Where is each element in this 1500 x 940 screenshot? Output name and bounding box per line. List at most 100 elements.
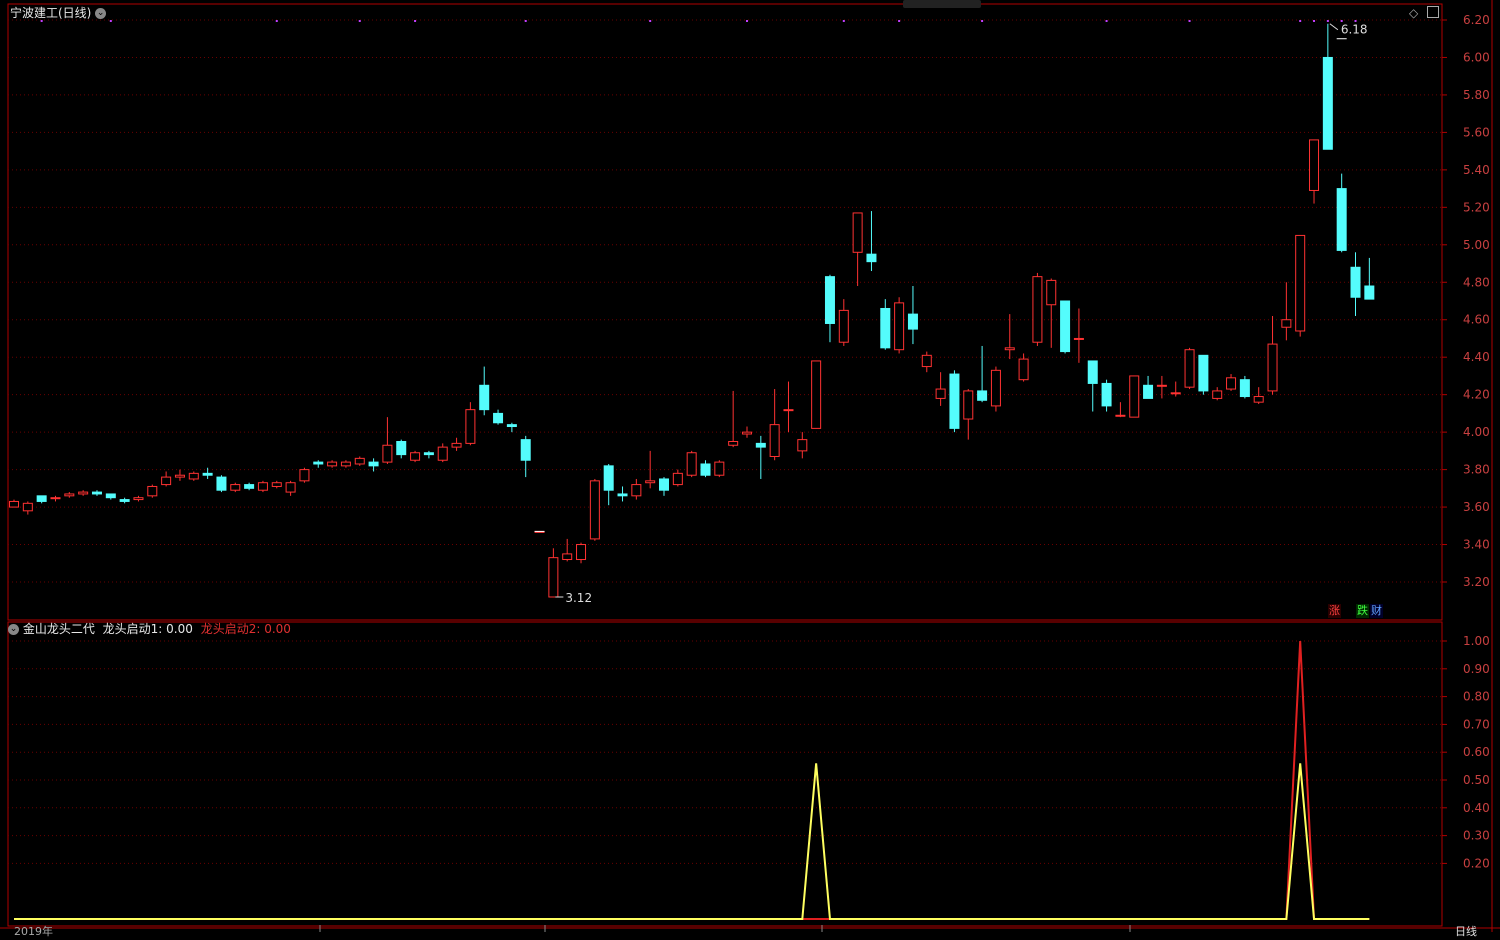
candle-body bbox=[22, 502, 33, 512]
rise-tag[interactable]: 涨 bbox=[1328, 604, 1341, 618]
candle-body bbox=[1073, 337, 1084, 340]
signal-dot-marker bbox=[649, 20, 652, 22]
indicator-panel-frame bbox=[7, 621, 1443, 927]
fall-tag[interactable]: 跌 bbox=[1356, 604, 1369, 618]
low-price-label: 3.12 bbox=[565, 591, 592, 605]
candle-body bbox=[437, 446, 448, 461]
candle-body bbox=[1004, 347, 1015, 351]
candle-body bbox=[1226, 377, 1237, 390]
indicator-tick-label: 0.30 bbox=[1463, 829, 1490, 843]
signal-dot-marker bbox=[1105, 20, 1108, 22]
candle-body bbox=[188, 472, 199, 480]
indicator-tick-label: 0.40 bbox=[1463, 801, 1490, 815]
finance-tag[interactable]: 财 bbox=[1370, 604, 1383, 618]
candle-body bbox=[119, 499, 130, 502]
candle-body bbox=[493, 412, 504, 424]
candle-body bbox=[216, 476, 227, 491]
candle-body bbox=[741, 431, 752, 435]
chevron-down-icon[interactable]: ⌄ bbox=[95, 8, 107, 19]
candle-body bbox=[603, 465, 614, 491]
candle-body bbox=[990, 369, 1001, 407]
candle-body bbox=[907, 313, 918, 330]
signal-dot-marker bbox=[1340, 20, 1343, 22]
candle-body bbox=[271, 482, 282, 487]
candle-body bbox=[396, 441, 407, 456]
chevron-down-icon[interactable]: ⌄ bbox=[8, 624, 19, 635]
candle-body bbox=[105, 493, 116, 499]
candle-body bbox=[769, 424, 780, 457]
stock-chart[interactable]: 6.20 6.00 5.80 5.60 5.40 5.20 5.00 4.80 4.60 4.40… bbox=[0, 0, 1500, 932]
high-arrow bbox=[1329, 23, 1339, 31]
indicator-name[interactable]: 金山龙头二代 bbox=[23, 622, 95, 636]
candle-body bbox=[299, 469, 310, 482]
candle-body bbox=[202, 472, 213, 476]
price-tick-label: 4.60 bbox=[1463, 313, 1490, 327]
candle-body bbox=[700, 463, 711, 476]
candle-body bbox=[147, 485, 158, 497]
price-tick-label: 5.00 bbox=[1463, 238, 1490, 252]
candle-body bbox=[1336, 188, 1347, 251]
candle-body bbox=[340, 461, 351, 467]
indicator-line2-label: 龙头启动2: 0.00 bbox=[200, 622, 291, 636]
signal-dot-marker bbox=[1313, 20, 1316, 22]
high-price-label: 6.18 bbox=[1341, 23, 1368, 37]
candle-body bbox=[451, 442, 462, 448]
price-tick-label: 5.20 bbox=[1463, 200, 1490, 214]
candle-body bbox=[659, 478, 670, 491]
indicator-tick-label: 0.50 bbox=[1463, 773, 1490, 787]
price-tick-label: 4.00 bbox=[1463, 425, 1490, 439]
indicator-tick-label: 1.00 bbox=[1463, 634, 1490, 648]
candle-body bbox=[382, 444, 393, 463]
candle-body bbox=[36, 495, 47, 502]
period-label: 日线 bbox=[1455, 925, 1477, 938]
price-tick-label: 3.40 bbox=[1463, 538, 1490, 552]
candle-body bbox=[1253, 396, 1264, 403]
candle-body bbox=[174, 474, 185, 478]
indicator-tick-label: 0.60 bbox=[1463, 745, 1490, 759]
price-tick-label: 3.80 bbox=[1463, 463, 1490, 477]
candle-body bbox=[410, 452, 421, 461]
candle-body bbox=[1143, 384, 1154, 399]
candle-body bbox=[949, 373, 960, 429]
candle-body bbox=[78, 491, 89, 495]
candle-body bbox=[631, 484, 642, 497]
candle-body bbox=[866, 253, 877, 263]
signal-dot-marker bbox=[414, 20, 417, 22]
candle-body bbox=[327, 461, 338, 467]
candle-body bbox=[1295, 234, 1306, 332]
window-toggle-icon[interactable] bbox=[1427, 6, 1439, 18]
candle-body bbox=[977, 390, 988, 401]
candle-body bbox=[894, 302, 905, 351]
candle-body bbox=[1115, 414, 1126, 417]
candle-body bbox=[161, 476, 172, 486]
signal-dot-marker bbox=[898, 20, 901, 22]
candle-body bbox=[1350, 266, 1361, 298]
candle-body bbox=[672, 472, 683, 486]
candle-body bbox=[576, 544, 587, 561]
candle-body bbox=[1184, 349, 1195, 388]
indicator-line-start1 bbox=[14, 763, 1370, 920]
toolbar-strip[interactable] bbox=[903, 0, 981, 8]
candle-body bbox=[686, 452, 697, 476]
candle-body bbox=[852, 212, 863, 253]
candle-body bbox=[797, 439, 808, 452]
chart-stage: 6.20 6.00 5.80 5.60 5.40 5.20 5.00 4.80 4.60 4.40… bbox=[0, 0, 1500, 938]
diamond-icon[interactable]: ◇ bbox=[1409, 6, 1418, 20]
signal-dot-marker bbox=[842, 20, 845, 22]
candle-body bbox=[506, 424, 517, 428]
candle-body bbox=[589, 480, 600, 540]
indicator-line-start2 bbox=[14, 640, 1370, 920]
indicator-line1-label: 龙头启动1: 0.00 bbox=[102, 622, 193, 636]
candle-body bbox=[520, 439, 531, 461]
candle-body bbox=[1267, 343, 1278, 392]
signal-dot-marker bbox=[358, 20, 361, 22]
candle-body bbox=[1281, 319, 1292, 328]
price-tick-label: 6.00 bbox=[1463, 50, 1490, 64]
main-panel-frame bbox=[7, 3, 1443, 621]
stock-title[interactable]: 宁波建工(日线) bbox=[10, 6, 91, 20]
candle-body bbox=[1322, 56, 1333, 150]
candle-body bbox=[617, 493, 628, 497]
candle-body bbox=[465, 409, 476, 444]
price-tick-label: 3.20 bbox=[1463, 575, 1490, 589]
candle-body bbox=[935, 388, 946, 399]
